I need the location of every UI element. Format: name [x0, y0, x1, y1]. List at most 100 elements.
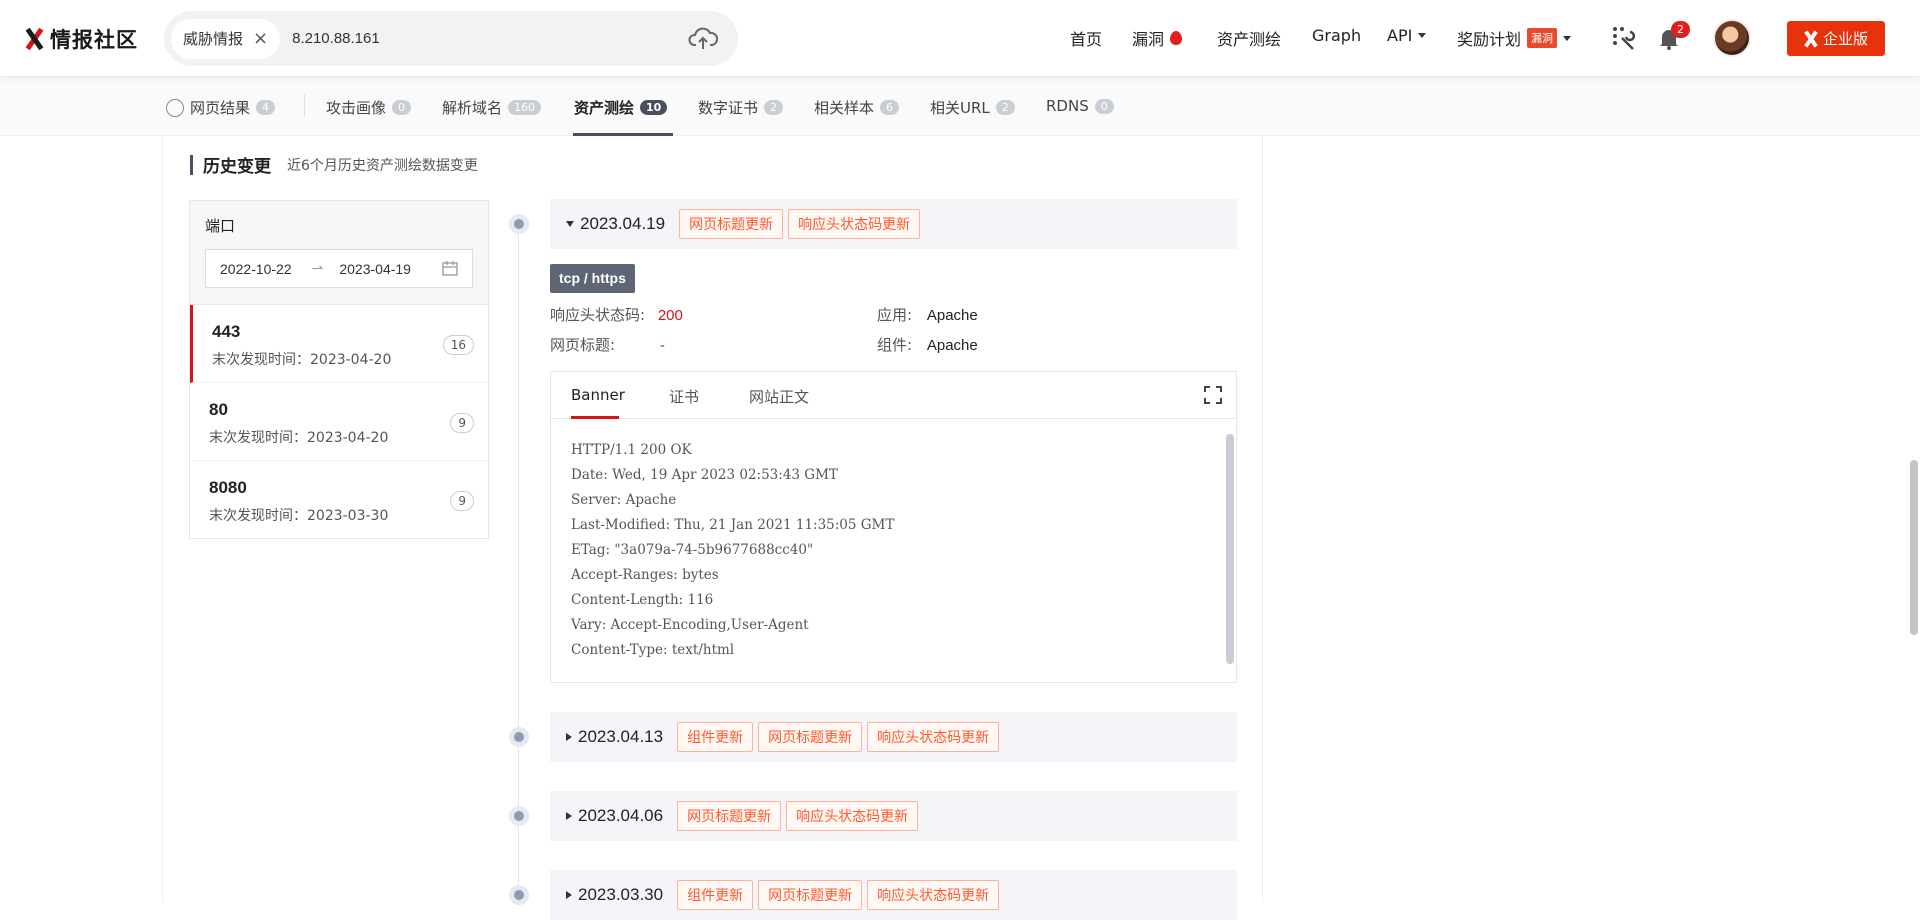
banner-line: Content-Length: 116 — [571, 592, 714, 608]
tab-count: 160 — [508, 100, 542, 115]
tab-count: 4 — [256, 100, 276, 115]
tab-certificate[interactable]: 证书 — [669, 386, 699, 407]
nav-graph[interactable]: Graph — [1312, 26, 1361, 45]
history-entry-header[interactable]: 2023.04.06 网页标题更新 响应头状态码更新 — [550, 791, 1237, 841]
caret-down-icon — [566, 221, 574, 227]
change-tag: 网页标题更新 — [677, 801, 782, 831]
app-label: 应用: — [877, 306, 913, 324]
title-accent-bar — [190, 154, 193, 175]
banner-panel: Banner 证书 网站正文 HTTP/1.1 200 OK Date: Wed,… — [550, 371, 1237, 683]
search-bar: 威胁情报 × — [164, 11, 738, 66]
port-item-8080[interactable]: 8080 末次发现时间：2023-03-30 9 — [190, 461, 488, 539]
banner-line: Date: Wed, 19 Apr 2023 02:53:43 GMT — [571, 467, 838, 483]
tools-icon[interactable] — [1612, 26, 1636, 50]
avatar[interactable] — [1713, 19, 1751, 57]
tab-label: 相关样本 — [814, 99, 875, 117]
banner-scrollbar[interactable] — [1226, 434, 1234, 664]
enterprise-button[interactable]: 企业版 — [1787, 21, 1885, 56]
port-count-badge: 9 — [450, 413, 474, 433]
tab-certificates[interactable]: 数字证书 2 — [698, 97, 784, 118]
component-value: Apache — [926, 337, 978, 354]
tab-count: 6 — [880, 100, 900, 115]
page-title-row: 网页标题: - — [550, 334, 665, 355]
date-range-picker[interactable]: 2022-10-22 ⇀ 2023-04-19 — [205, 249, 473, 288]
date-start: 2022-10-22 — [220, 260, 292, 277]
nav-vuln[interactable]: 漏洞 — [1132, 26, 1183, 50]
search-input[interactable] — [292, 30, 673, 47]
nav-reward[interactable]: 奖励计划 漏洞 — [1457, 26, 1572, 50]
port-count-badge: 9 — [450, 491, 474, 511]
globe-icon — [166, 98, 184, 117]
x-logo-icon — [24, 28, 44, 50]
tab-label: 解析域名 — [442, 99, 503, 117]
tab-divider — [304, 94, 305, 116]
history-entry-header[interactable]: 2023.04.19 网页标题更新 响应头状态码更新 — [550, 199, 1237, 249]
banner-line: Accept-Ranges: bytes — [571, 567, 719, 583]
history-entry-header[interactable]: 2023.04.13 组件更新 网页标题更新 响应头状态码更新 — [550, 712, 1237, 762]
change-tag: 组件更新 — [677, 722, 754, 752]
tab-label: 相关URL — [930, 99, 990, 117]
tab-label: 网页结果 — [190, 99, 251, 117]
fullscreen-icon[interactable] — [1204, 386, 1222, 404]
tab-web-results[interactable]: 网页结果 4 — [166, 97, 276, 118]
tab-resolved-domains[interactable]: 解析域名 160 — [442, 97, 542, 118]
port-item-443[interactable]: 443 末次发现时间：2023-04-20 16 — [190, 305, 488, 383]
arrow-right-icon: ⇀ — [311, 260, 324, 276]
status-code-row: 响应头状态码: 200 — [550, 304, 683, 325]
port-last-seen: 末次发现时间：2023-03-30 — [209, 508, 389, 524]
x-logo-icon — [1804, 31, 1818, 47]
entry-date: 2023.04.06 — [578, 806, 664, 825]
tab-website-body[interactable]: 网站正文 — [749, 386, 809, 407]
banner-tabs: Banner 证书 网站正文 — [551, 372, 1236, 419]
flame-icon — [1170, 31, 1183, 45]
component-row: 组件: Apache — [877, 334, 978, 355]
nav-vuln-label: 漏洞 — [1132, 30, 1165, 49]
change-tag: 响应头状态码更新 — [867, 880, 1000, 910]
search-type-chip[interactable]: 威胁情报 × — [171, 18, 281, 59]
close-icon[interactable]: × — [253, 28, 268, 49]
tab-attack-profile[interactable]: 攻击画像 0 — [326, 97, 412, 118]
entry-date: 2023.03.30 — [578, 885, 664, 904]
entry-date: 2023.04.13 — [578, 727, 664, 746]
history-section-title: 历史变更 近6个月历史资产测绘数据变更 — [190, 152, 478, 177]
logo[interactable]: 情报社区 — [24, 22, 138, 56]
calendar-icon — [442, 261, 458, 276]
timeline-dot — [509, 885, 529, 905]
tab-asset-mapping[interactable]: 资产测绘 10 — [574, 97, 668, 118]
timeline-dot — [509, 727, 529, 747]
date-end: 2023-04-19 — [339, 260, 411, 277]
banner-line: Vary: Accept-Encoding,User-Agent — [571, 617, 809, 633]
caret-right-icon — [566, 812, 572, 820]
status-code-label: 响应头状态码: — [550, 306, 646, 324]
timeline-line — [518, 222, 519, 902]
nav-asset-mapping[interactable]: 资产测绘 — [1217, 26, 1281, 50]
tab-label: 攻击画像 — [326, 99, 387, 117]
caret-right-icon — [566, 891, 572, 899]
tab-rdns[interactable]: RDNS 0 — [1046, 97, 1114, 115]
page-title-label: 网页标题: — [550, 336, 616, 354]
tab-label: 数字证书 — [698, 99, 759, 117]
tab-count: 0 — [1094, 98, 1114, 114]
nav-api[interactable]: API — [1387, 26, 1427, 45]
app-value: Apache — [926, 307, 978, 324]
banner-line: Server: Apache — [571, 492, 677, 508]
banner-line: HTTP/1.1 200 OK — [571, 442, 692, 458]
active-tab-indicator — [571, 416, 619, 419]
history-title: 历史变更 — [203, 157, 271, 177]
banner-line: Content-Type: text/html — [571, 642, 735, 658]
port-item-80[interactable]: 80 末次发现时间：2023-04-20 9 — [190, 383, 488, 461]
page-scrollbar[interactable] — [1910, 460, 1918, 635]
history-entry-header[interactable]: 2023.03.30 组件更新 网页标题更新 响应头状态码更新 — [550, 870, 1237, 920]
tab-label: 资产测绘 — [574, 99, 635, 117]
tab-banner[interactable]: Banner — [571, 386, 625, 404]
tab-related-samples[interactable]: 相关样本 6 — [814, 97, 900, 118]
tab-related-url[interactable]: 相关URL 2 — [930, 97, 1015, 118]
tab-label: RDNS — [1046, 97, 1089, 115]
logo-text: 情报社区 — [50, 28, 138, 52]
cloud-upload-icon[interactable] — [688, 25, 718, 51]
port-number: 80 — [209, 400, 228, 419]
nav-home[interactable]: 首页 — [1070, 26, 1102, 50]
change-tag: 响应头状态码更新 — [786, 801, 919, 831]
banner-line: ETag: "3a079a-74-5b9677688cc40" — [571, 542, 814, 558]
change-tag: 网页标题更新 — [758, 880, 863, 910]
